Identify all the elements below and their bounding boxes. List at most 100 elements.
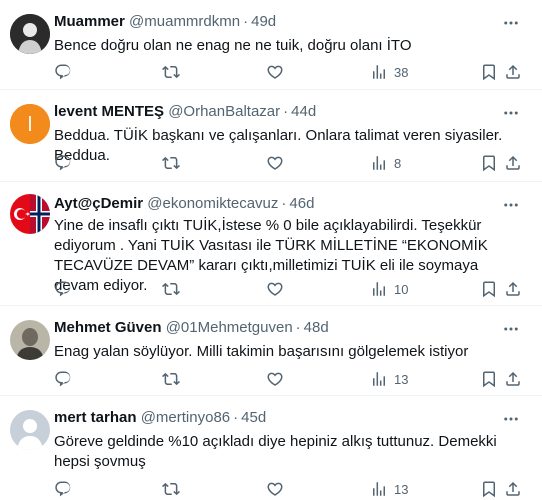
share-icon <box>506 155 520 170</box>
views-count: 38 <box>394 64 409 80</box>
timestamp[interactable]: 49d <box>251 13 276 30</box>
views-button[interactable]: 10 <box>370 279 408 299</box>
more-options-icon[interactable] <box>502 14 520 32</box>
tweet-actions: 8 <box>54 153 524 173</box>
share-button[interactable] <box>504 153 522 173</box>
bookmark-icon <box>483 371 495 388</box>
share-icon <box>506 481 520 496</box>
user-handle[interactable]: @muammrdkmn <box>129 13 240 30</box>
bookmark-button[interactable] <box>480 153 498 173</box>
views-button[interactable]: 38 <box>370 62 408 82</box>
heart-icon <box>267 156 283 170</box>
bookmark-button[interactable] <box>480 279 498 299</box>
avatar[interactable]: l <box>10 104 50 144</box>
tweet-text: Bence doğru olan ne enag ne ne tuik, doğ… <box>54 37 412 54</box>
more-options-icon[interactable] <box>502 320 520 338</box>
reply-button[interactable] <box>54 153 72 173</box>
retweet-icon <box>162 372 180 386</box>
separator-dot: · <box>233 409 239 426</box>
avatar[interactable] <box>10 320 50 360</box>
display-name[interactable]: Muammer <box>54 13 125 30</box>
share-icon <box>506 281 520 296</box>
timestamp[interactable]: 45d <box>241 409 266 426</box>
retweet-icon <box>162 156 180 170</box>
more-options-icon[interactable] <box>502 196 520 214</box>
reply-button[interactable] <box>54 369 72 389</box>
tweet-actions: 10 <box>54 279 524 299</box>
display-name[interactable]: levent MENTEŞ <box>54 103 164 120</box>
tweet-text: Göreve geldinde %10 açıkladı diye hepini… <box>54 433 497 470</box>
user-avatar-icon <box>10 14 50 54</box>
svg-text:l: l <box>28 114 32 136</box>
tweet[interactable]: mert tarhan @mertinyo86 · 45d Göreve geldi… <box>0 396 542 500</box>
reply-icon <box>55 481 71 497</box>
tweet-actions: 13 <box>54 369 524 389</box>
retweet-button[interactable] <box>162 62 180 82</box>
more-options-icon[interactable] <box>502 104 520 122</box>
reply-icon <box>55 281 71 297</box>
user-handle[interactable]: @mertinyo86 <box>141 409 230 426</box>
avatar[interactable] <box>10 14 50 54</box>
reply-icon <box>55 64 71 80</box>
separator-dot: · <box>283 103 289 120</box>
timestamp[interactable]: 44d <box>291 103 316 120</box>
like-button[interactable] <box>266 369 284 389</box>
share-button[interactable] <box>504 62 522 82</box>
reply-icon <box>55 371 71 387</box>
avatar[interactable] <box>10 410 50 450</box>
retweet-icon <box>162 65 180 79</box>
user-handle[interactable]: @ekonomiktecavuz <box>147 195 278 212</box>
reply-icon <box>55 155 71 171</box>
bookmark-icon <box>483 281 495 298</box>
timestamp[interactable]: 48d <box>304 319 329 336</box>
like-button[interactable] <box>266 153 284 173</box>
heart-icon <box>267 482 283 496</box>
reply-button[interactable] <box>54 62 72 82</box>
retweet-icon <box>162 282 180 296</box>
user-avatar-icon <box>10 320 50 360</box>
timestamp[interactable]: 46d <box>289 195 314 212</box>
display-name[interactable]: mert tarhan <box>54 409 137 426</box>
views-count: 13 <box>394 481 409 497</box>
share-icon <box>506 64 520 79</box>
display-name[interactable]: Ayt@çDemir <box>54 195 143 212</box>
like-button[interactable] <box>266 479 284 499</box>
tweet[interactable]: Mehmet Güven @01Mehmetguven · 48d Enag yal… <box>0 306 542 396</box>
avatar[interactable] <box>10 194 50 234</box>
like-button[interactable] <box>266 62 284 82</box>
tweet[interactable]: l levent MENTEŞ @OrhanBaltazar · 44d Beddu… <box>0 90 542 182</box>
retweet-button[interactable] <box>162 369 180 389</box>
bar-chart-icon <box>373 65 385 79</box>
retweet-button[interactable] <box>162 479 180 499</box>
bar-chart-icon <box>373 482 385 496</box>
views-button[interactable]: 13 <box>370 479 408 499</box>
reply-button[interactable] <box>54 279 72 299</box>
reply-button[interactable] <box>54 479 72 499</box>
share-button[interactable] <box>504 479 522 499</box>
letter-avatar-icon: l <box>10 104 50 144</box>
retweet-button[interactable] <box>162 153 180 173</box>
separator-dot: · <box>295 319 301 336</box>
bookmark-button[interactable] <box>480 62 498 82</box>
bar-chart-icon <box>373 156 385 170</box>
bar-chart-icon <box>373 372 385 386</box>
user-handle[interactable]: @OrhanBaltazar <box>168 103 280 120</box>
share-icon <box>506 371 520 386</box>
bookmark-icon <box>483 155 495 172</box>
bar-chart-icon <box>373 282 385 296</box>
views-button[interactable]: 13 <box>370 369 408 389</box>
like-button[interactable] <box>266 279 284 299</box>
views-count: 8 <box>394 155 402 171</box>
retweet-button[interactable] <box>162 279 180 299</box>
share-button[interactable] <box>504 369 522 389</box>
share-button[interactable] <box>504 279 522 299</box>
bookmark-button[interactable] <box>480 369 498 389</box>
display-name[interactable]: Mehmet Güven <box>54 319 162 336</box>
tweet[interactable]: Ayt@çDemir @ekonomiktecavuz · 46d Yine de … <box>0 182 542 306</box>
tweet[interactable]: Muammer @muammrdkmn · 49d Bence doğru olan… <box>0 0 542 90</box>
user-handle[interactable]: @01Mehmetguven <box>166 319 293 336</box>
bookmark-button[interactable] <box>480 479 498 499</box>
separator-dot: · <box>281 195 287 212</box>
views-button[interactable]: 8 <box>370 153 401 173</box>
more-options-icon[interactable] <box>502 410 520 428</box>
